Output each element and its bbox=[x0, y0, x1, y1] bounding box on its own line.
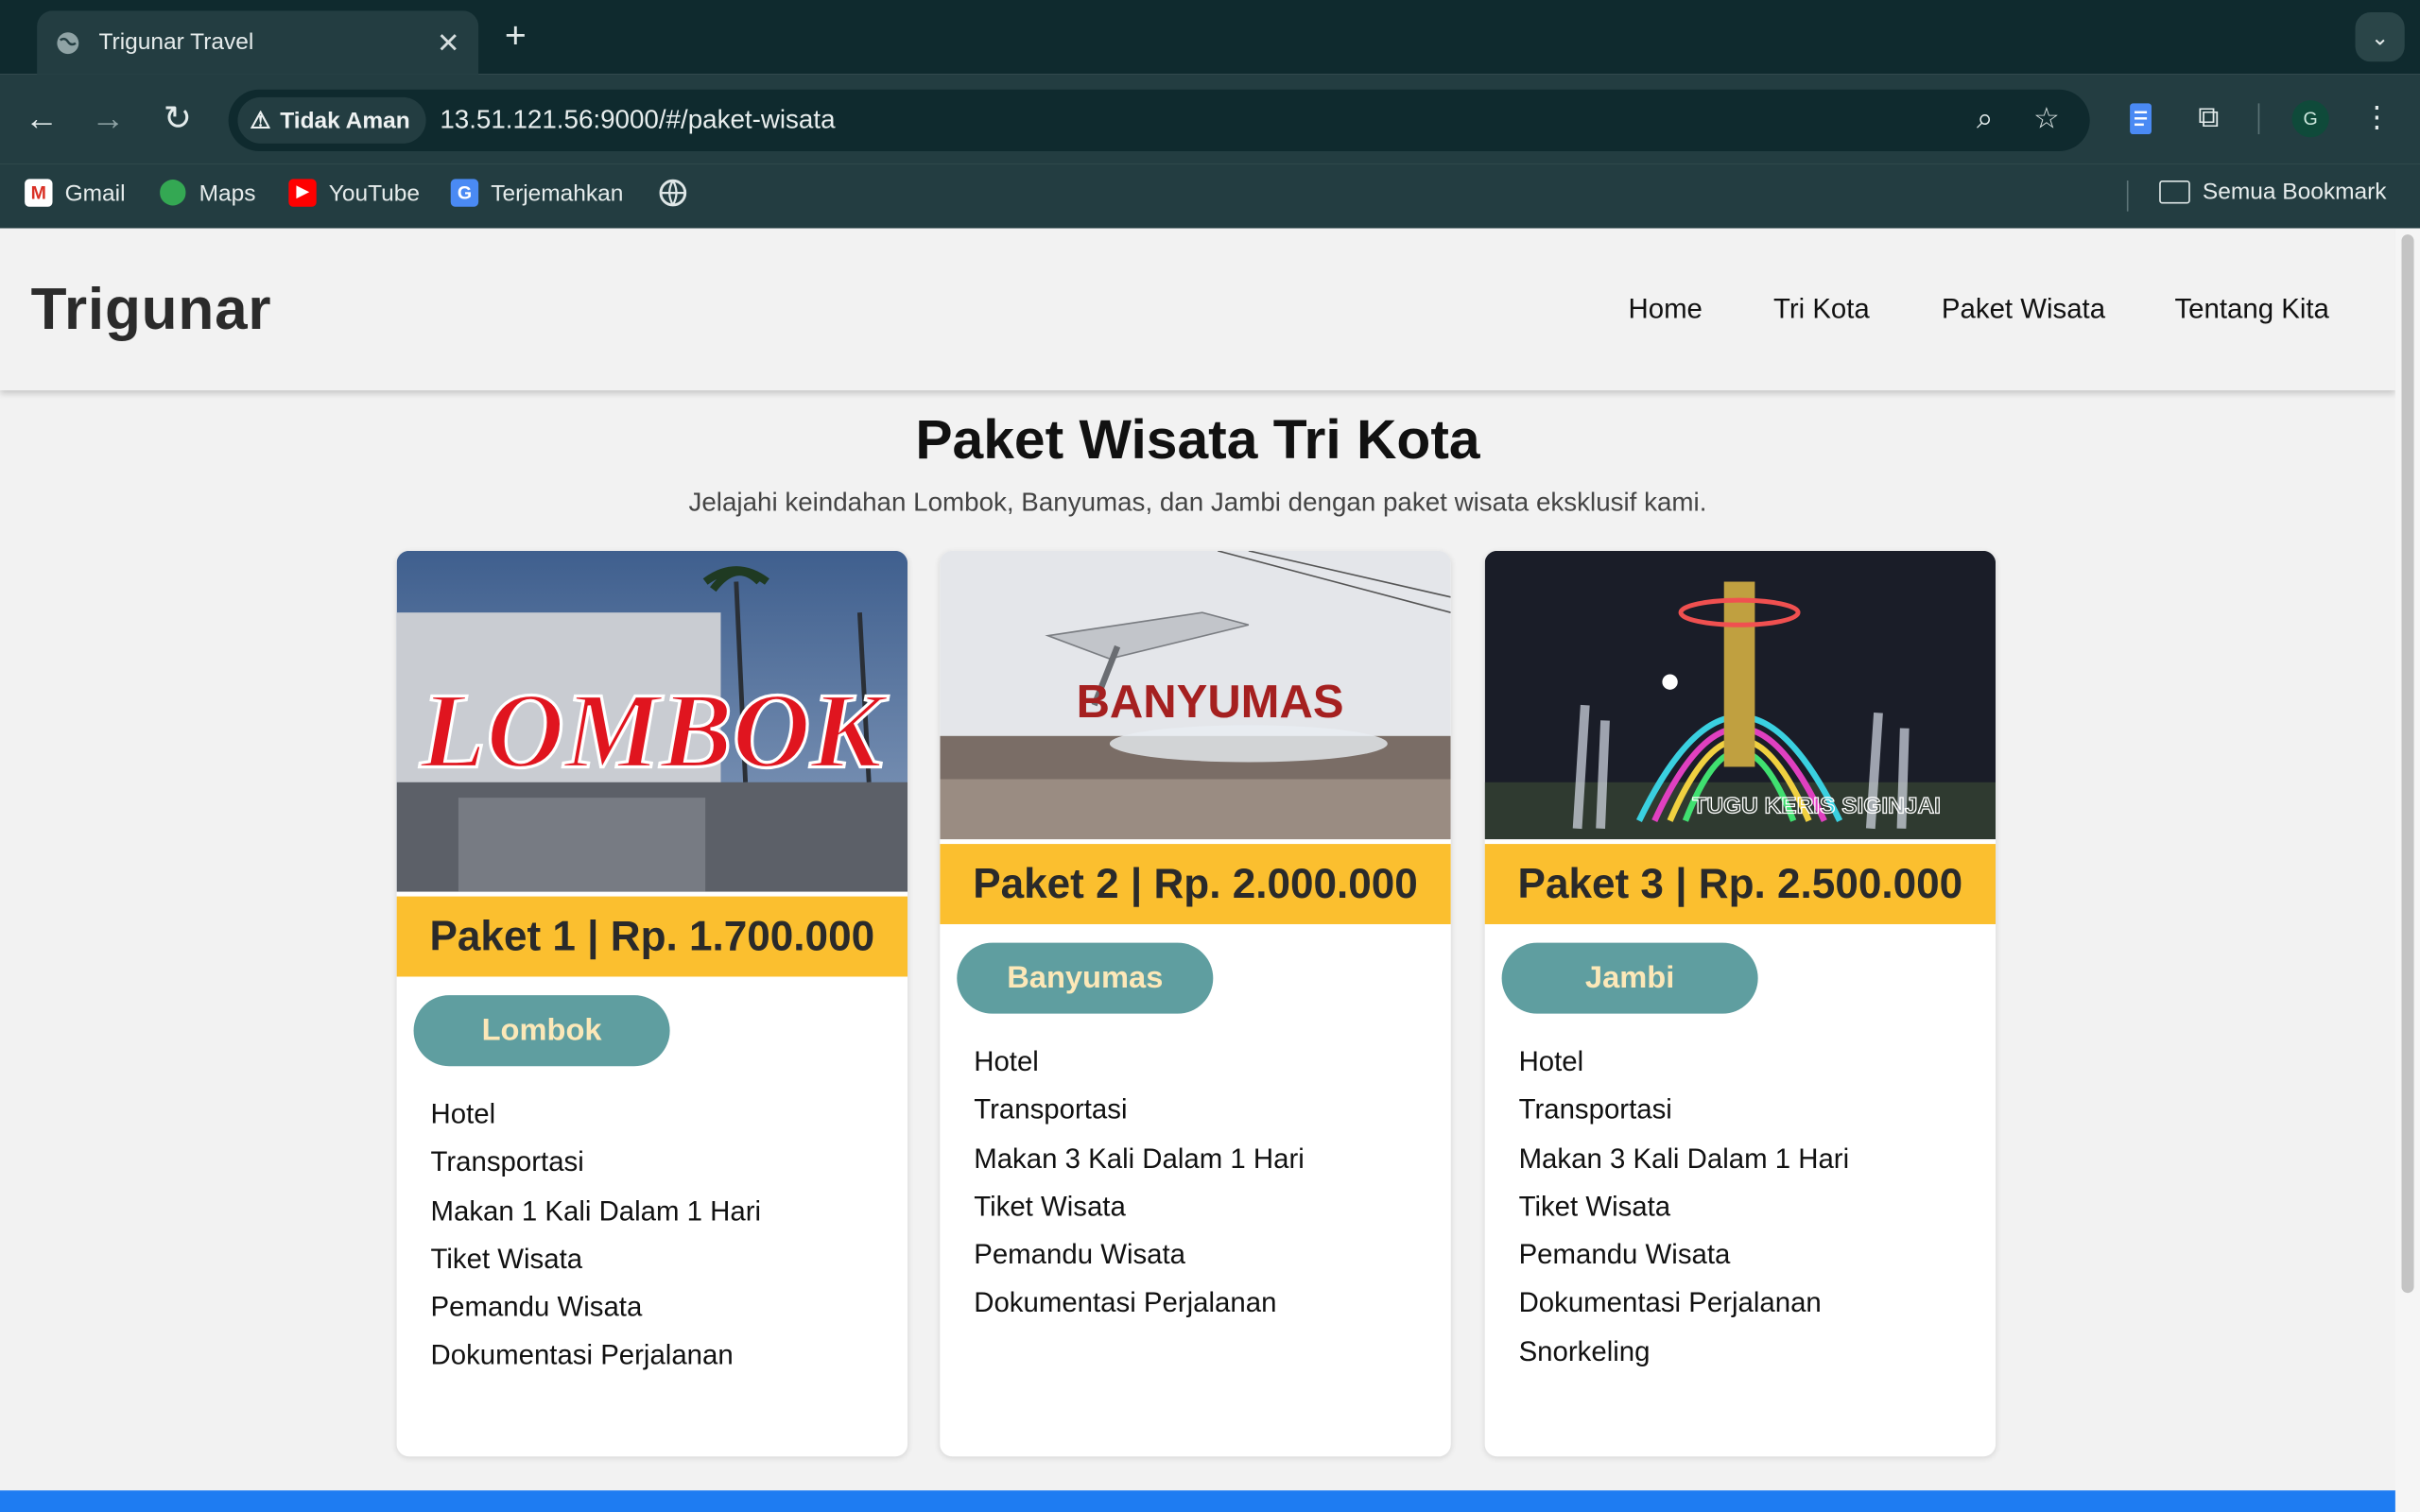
maps-icon: ⬤ bbox=[159, 179, 187, 206]
list-item: Hotel bbox=[1518, 1045, 1584, 1077]
bookmark-globe[interactable] bbox=[659, 179, 687, 207]
banyumas-sign-text: BANYUMAS bbox=[1077, 677, 1344, 728]
list-item: Makan 3 Kali Dalam 1 Hari bbox=[1518, 1143, 1850, 1174]
url-text[interactable]: 13.51.121.56:9000/#/paket-wisata bbox=[440, 105, 835, 136]
list-item: Makan 3 Kali Dalam 1 Hari bbox=[974, 1143, 1305, 1174]
more-menu-icon[interactable]: ⋮ bbox=[2357, 98, 2396, 138]
jambi-sign-text: TUGU KERIS SIGINJAI bbox=[1692, 793, 1941, 818]
list-item: Dokumentasi Perjalanan bbox=[974, 1287, 1277, 1319]
package-price: Paket 3 | Rp. 2.500.000 bbox=[1484, 844, 1996, 924]
package-image-banyumas: BANYUMAS bbox=[940, 550, 1451, 840]
list-item: Pemandu Wisata bbox=[1518, 1239, 1731, 1271]
translate-icon: G bbox=[450, 179, 479, 207]
nav-home[interactable]: Home bbox=[1628, 293, 1702, 325]
list-item: Hotel bbox=[974, 1045, 1039, 1077]
address-bar[interactable]: ⚠ Tidak Aman 13.51.121.56:9000/#/paket-w… bbox=[228, 89, 2090, 152]
globe-icon bbox=[659, 179, 687, 207]
profile-avatar[interactable]: G bbox=[2291, 100, 2329, 138]
lombok-sign-text: LOMBOK bbox=[420, 670, 890, 790]
list-item: Tiket Wisata bbox=[1518, 1191, 1671, 1222]
page-scrollbar[interactable] bbox=[2394, 228, 2420, 1512]
bookmark-maps[interactable]: ⬤ Maps bbox=[159, 179, 255, 206]
list-item: Pemandu Wisata bbox=[974, 1239, 1186, 1271]
city-button-jambi[interactable]: Jambi bbox=[1501, 942, 1758, 1014]
browser-toolbar: ← → ↻ ⚠ Tidak Aman 13.51.121.56:9000/#/p… bbox=[0, 74, 2420, 164]
scrollbar-thumb[interactable] bbox=[2401, 234, 2414, 1294]
all-bookmarks-label: Semua Bookmark bbox=[2202, 179, 2387, 206]
bookmark-label: Gmail bbox=[64, 180, 126, 206]
list-item: Transportasi bbox=[430, 1146, 584, 1178]
bookmarks-bar: M Gmail ⬤ Maps ▶ YouTube G Terjemahkan S… bbox=[0, 163, 2420, 229]
site-header: Trigunar Home Tri Kota Paket Wisata Tent… bbox=[0, 228, 2395, 391]
city-button-lombok[interactable]: Lombok bbox=[413, 995, 670, 1067]
list-item: Tiket Wisata bbox=[430, 1243, 583, 1275]
all-bookmarks[interactable]: Semua Bookmark bbox=[2159, 179, 2387, 206]
site-brand[interactable]: Trigunar bbox=[31, 278, 272, 344]
warning-icon: ⚠ bbox=[250, 108, 271, 135]
youtube-icon: ▶ bbox=[288, 179, 317, 207]
globe-icon bbox=[57, 31, 79, 54]
bookmark-star-icon[interactable]: ☆ bbox=[2028, 102, 2065, 139]
new-tab-icon[interactable]: + bbox=[497, 15, 534, 59]
zoom-icon[interactable]: ⌕ bbox=[1966, 102, 2003, 139]
bookmark-label: Maps bbox=[199, 180, 256, 206]
docs-extension-icon[interactable] bbox=[2120, 98, 2160, 138]
chevron-down-icon[interactable]: ⌄ bbox=[2355, 12, 2405, 62]
city-button-banyumas[interactable]: Banyumas bbox=[957, 942, 1214, 1014]
back-icon[interactable]: ← bbox=[19, 95, 65, 142]
reload-icon[interactable]: ↻ bbox=[154, 95, 200, 142]
list-item: Pemandu Wisata bbox=[430, 1291, 643, 1323]
bookmark-label: Terjemahkan bbox=[491, 180, 624, 206]
page-title: Paket Wisata Tri Kota bbox=[915, 407, 1480, 471]
package-price: Paket 1 | Rp. 1.700.000 bbox=[396, 896, 908, 977]
list-item: Transportasi bbox=[1518, 1094, 1672, 1125]
package-image-lombok: LOMBOK bbox=[396, 550, 908, 892]
forward-icon[interactable]: → bbox=[85, 95, 131, 142]
list-item: Snorkeling bbox=[1518, 1335, 1651, 1367]
tab-title: Trigunar Travel bbox=[98, 29, 254, 56]
package-price: Paket 2 | Rp. 2.000.000 bbox=[940, 844, 1451, 924]
security-label: Tidak Aman bbox=[280, 107, 410, 134]
close-tab-icon[interactable]: ✕ bbox=[437, 28, 460, 56]
toolbar-divider bbox=[2257, 103, 2260, 135]
bookmark-gmail[interactable]: M Gmail bbox=[25, 179, 126, 207]
browser-tabstrip: Trigunar Travel ✕ + ⌄ bbox=[0, 0, 2420, 75]
nav-paket-wisata[interactable]: Paket Wisata bbox=[1942, 293, 2105, 325]
nav-tentang-kita[interactable]: Tentang Kita bbox=[2174, 293, 2328, 325]
list-item: Hotel bbox=[430, 1098, 496, 1130]
bookmark-youtube[interactable]: ▶ YouTube bbox=[288, 179, 421, 207]
nav-tri-kota[interactable]: Tri Kota bbox=[1773, 293, 1870, 325]
list-item: Tiket Wisata bbox=[974, 1191, 1126, 1222]
package-card-banyumas: BANYUMAS Paket 2 | Rp. 2.000.000 Banyuma… bbox=[940, 550, 1451, 1457]
bookmark-translate[interactable]: G Terjemahkan bbox=[450, 179, 624, 207]
gmail-icon: M bbox=[25, 179, 53, 207]
browser-tab[interactable]: Trigunar Travel ✕ bbox=[37, 10, 479, 75]
footer-bar bbox=[0, 1490, 2395, 1512]
page-viewport: Trigunar Home Tri Kota Paket Wisata Tent… bbox=[0, 228, 2395, 1512]
package-card-jambi: TUGU KERIS SIGINJAI Paket 3 | Rp. 2.500.… bbox=[1484, 550, 1996, 1457]
feature-list: Hotel Transportasi Makan 3 Kali Dalam 1 … bbox=[974, 1039, 1305, 1329]
bookmarks-divider bbox=[2126, 180, 2129, 212]
list-item: Dokumentasi Perjalanan bbox=[430, 1339, 734, 1371]
extensions-puzzle-icon[interactable]: ⧉ bbox=[2188, 98, 2228, 138]
page-subtitle: Jelajahi keindahan Lombok, Banyumas, dan… bbox=[688, 487, 1707, 517]
list-item: Makan 1 Kali Dalam 1 Hari bbox=[430, 1194, 762, 1227]
list-item: Transportasi bbox=[974, 1094, 1128, 1125]
package-card-lombok: LOMBOK Paket 1 | Rp. 1.700.000 Lombok Ho… bbox=[396, 550, 908, 1457]
list-item: Dokumentasi Perjalanan bbox=[1518, 1287, 1822, 1319]
feature-list: Hotel Transportasi Makan 3 Kali Dalam 1 … bbox=[1519, 1039, 1850, 1377]
bookmark-label: YouTube bbox=[328, 180, 421, 206]
security-chip[interactable]: ⚠ Tidak Aman bbox=[237, 96, 426, 144]
folder-icon bbox=[2159, 180, 2190, 204]
feature-list: Hotel Transportasi Makan 1 Kali Dalam 1 … bbox=[431, 1091, 762, 1381]
package-image-jambi: TUGU KERIS SIGINJAI bbox=[1484, 550, 1996, 840]
